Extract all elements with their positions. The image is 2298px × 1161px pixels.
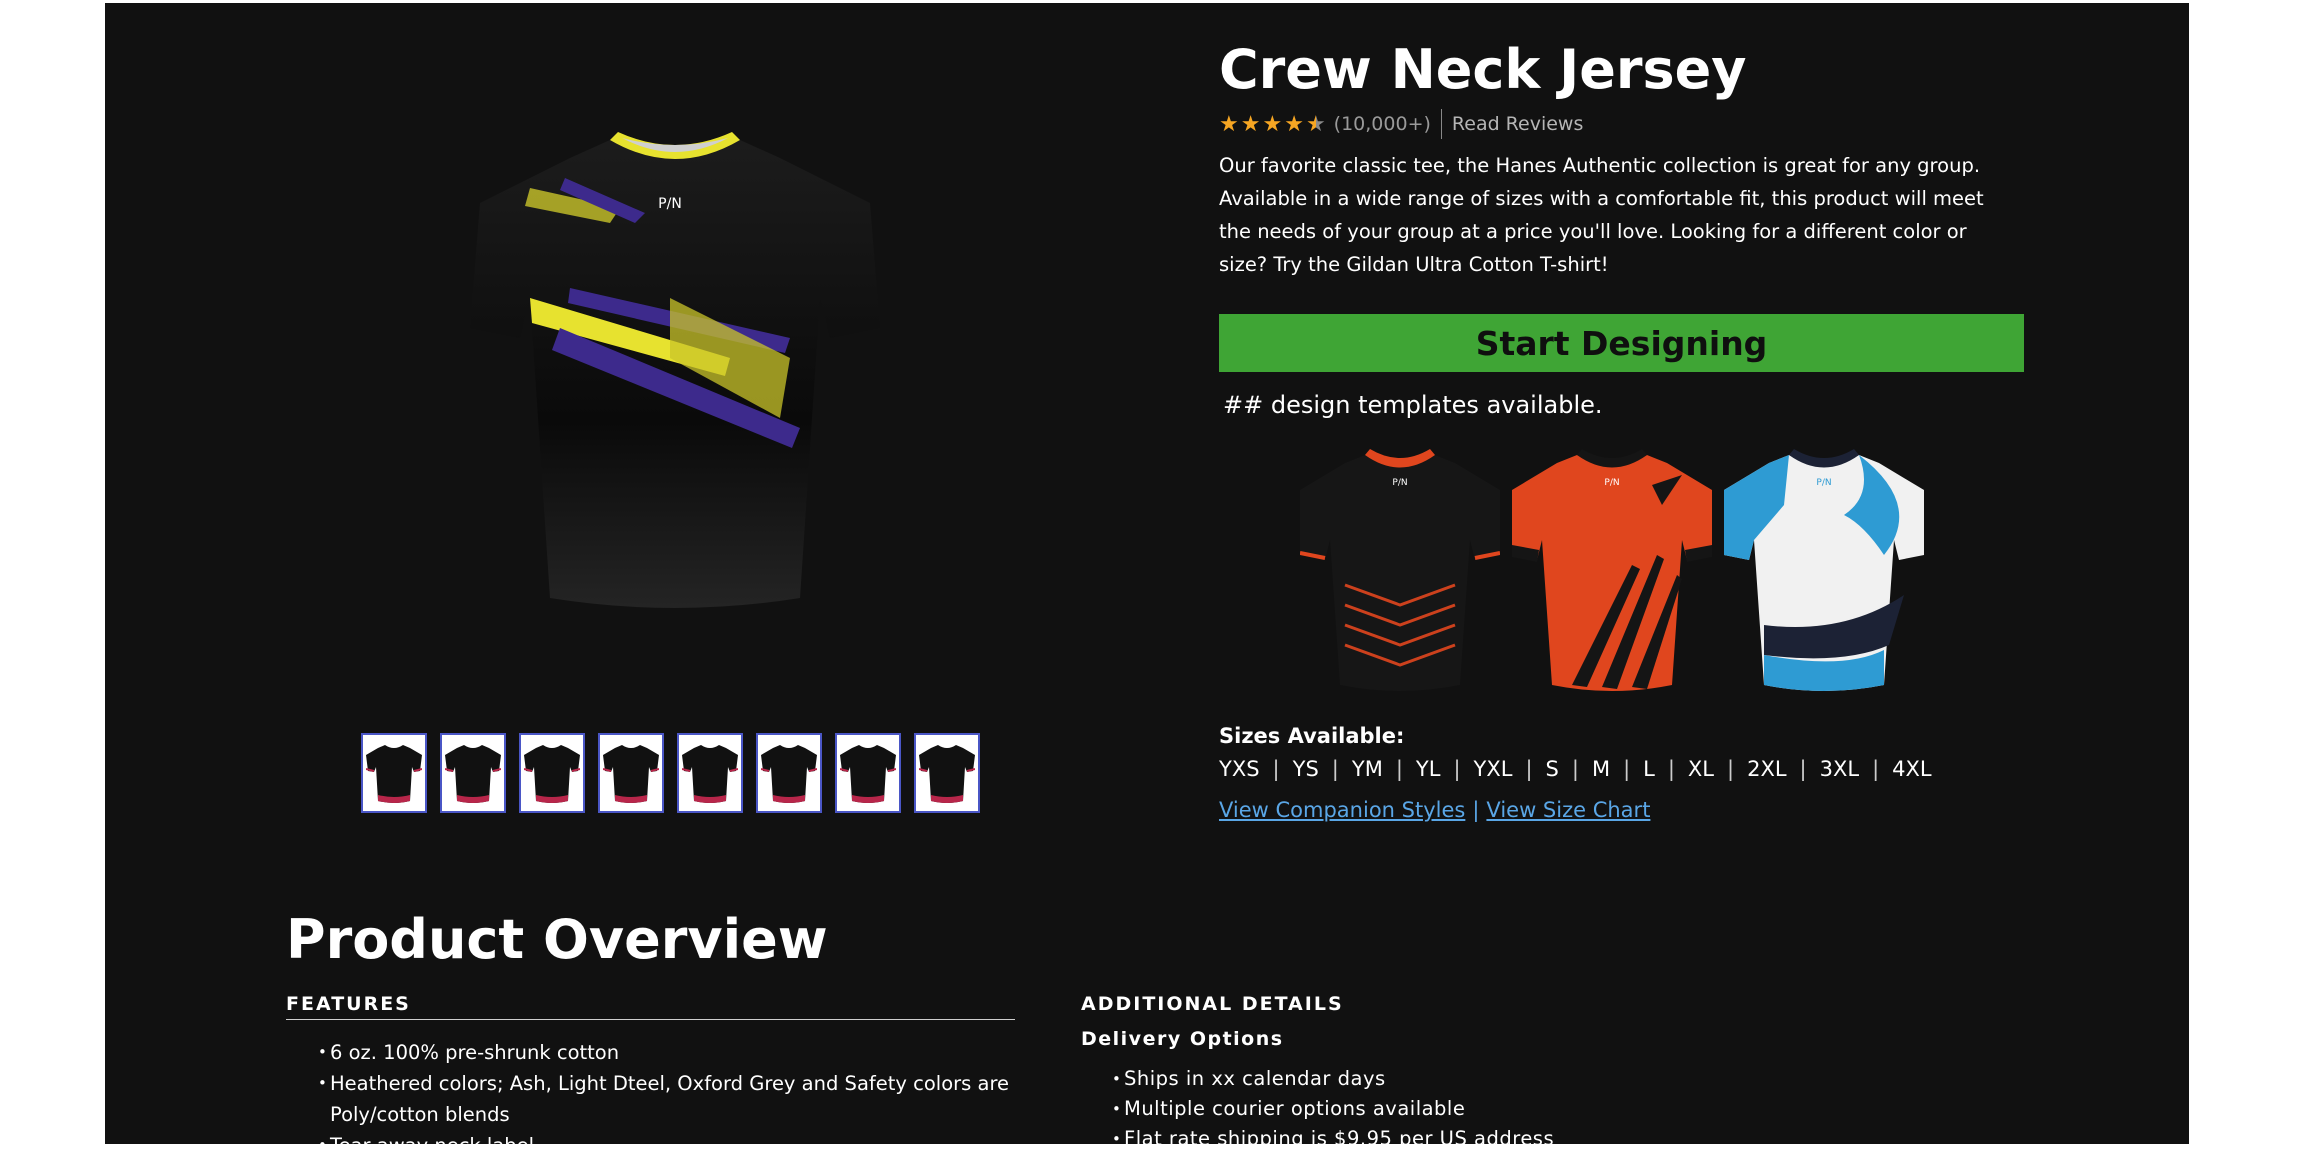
list-item: 6 oz. 100% pre-shrunk cotton — [318, 1037, 1018, 1068]
size-separator: | — [1525, 757, 1533, 781]
thumbnail-jersey[interactable] — [835, 733, 901, 813]
delivery-list: Ships in xx calendar daysMultiple courie… — [1112, 1064, 1554, 1154]
style-links: View Companion Styles | View Size Chart — [1219, 798, 1650, 822]
thumbnail-jersey[interactable] — [914, 733, 980, 813]
size-option: YM — [1351, 757, 1383, 781]
thumbnail-jersey[interactable] — [440, 733, 506, 813]
read-reviews-link[interactable]: Read Reviews — [1452, 113, 1583, 135]
thumbnail-jersey[interactable] — [756, 733, 822, 813]
product-description: Our favorite classic tee, the Hanes Auth… — [1219, 154, 1984, 276]
product-overview-title: Product Overview — [286, 908, 828, 971]
thumbnail-jersey[interactable] — [677, 733, 743, 813]
star-icon: ★ — [1262, 111, 1283, 136]
size-option: YS — [1292, 757, 1319, 781]
design-templates: P/N P/N P/N — [1299, 445, 1924, 695]
size-separator: | — [1799, 757, 1807, 781]
size-separator: | — [1272, 757, 1280, 781]
size-option: YXL — [1473, 757, 1513, 781]
orange-claw-jersey-icon[interactable]: P/N — [1512, 445, 1712, 695]
size-option: YXS — [1219, 757, 1260, 781]
size-separator: | — [1571, 757, 1579, 781]
size-option: M — [1591, 757, 1611, 781]
thumbnail-jersey[interactable] — [361, 733, 427, 813]
list-item: Tear away neck label — [318, 1130, 1018, 1161]
rating-row: ★ ★ ★ ★ ★ (10,000+) Read Reviews — [1219, 109, 1583, 139]
thumbnail-strip — [361, 733, 980, 813]
thumbnail-jersey[interactable] — [519, 733, 585, 813]
size-option: 2XL — [1747, 757, 1787, 781]
size-separator: | — [1872, 757, 1880, 781]
svg-text:P/N: P/N — [1392, 478, 1407, 488]
size-separator: | — [1395, 757, 1403, 781]
templates-note: ## design templates available. — [1223, 391, 1603, 419]
svg-text:P/N: P/N — [1604, 478, 1619, 488]
product-title: Crew Neck Jersey — [1219, 38, 1747, 101]
size-option: YL — [1415, 757, 1441, 781]
view-size-chart-link[interactable]: View Size Chart — [1486, 798, 1650, 822]
size-option: 3XL — [1819, 757, 1860, 781]
additional-details-heading: ADDITIONAL DETAILS — [1081, 993, 1344, 1015]
size-separator: | — [1727, 757, 1735, 781]
start-designing-button[interactable]: Start Designing — [1219, 314, 2024, 372]
size-separator: | — [1623, 757, 1631, 781]
star-rating: ★ ★ ★ ★ ★ — [1219, 113, 1326, 135]
svg-text:P/N: P/N — [1816, 478, 1831, 488]
star-icon: ★ — [1219, 111, 1239, 136]
thumbnail-jersey[interactable] — [598, 733, 664, 813]
svg-text:P/N: P/N — [658, 196, 682, 212]
size-option: XL — [1687, 757, 1715, 781]
link-separator: | — [1472, 798, 1480, 822]
star-icon: ★ — [1284, 111, 1304, 136]
list-item: Flat rate shipping is $9.95 per US addre… — [1112, 1124, 1554, 1154]
size-separator: | — [1667, 757, 1675, 781]
view-companion-styles-link[interactable]: View Companion Styles — [1219, 798, 1465, 822]
size-separator: | — [1331, 757, 1339, 781]
size-option: 4XL — [1892, 757, 1932, 781]
sizes-label: Sizes Available: — [1219, 724, 1405, 748]
features-heading: FEATURES — [286, 993, 1015, 1020]
features-list: 6 oz. 100% pre-shrunk cottonHeathered co… — [318, 1037, 1018, 1161]
size-option: S — [1545, 757, 1559, 781]
star-icon: ★ — [1240, 111, 1261, 136]
black-red-chevron-jersey-icon[interactable]: P/N — [1299, 445, 1501, 695]
size-separator: | — [1453, 757, 1461, 781]
list-item: Heathered colors; Ash, Light Dteel, Oxfo… — [318, 1068, 1018, 1130]
blue-white-wave-jersey-icon[interactable]: P/N — [1724, 445, 1924, 695]
list-item: Multiple courier options available — [1112, 1094, 1554, 1124]
list-item: Ships in xx calendar days — [1112, 1064, 1554, 1094]
review-count: (10,000+) — [1333, 113, 1431, 135]
delivery-options-heading: Delivery Options — [1081, 1028, 1284, 1050]
size-option: L — [1643, 757, 1655, 781]
sizes-list: YXS | YS | YM | YL | YXL | S | M | L | XL | 2XL | 3XL | 4XL — [1219, 757, 1932, 781]
main-product-image: P/N — [470, 128, 880, 623]
half-star-icon: ★ — [1305, 111, 1326, 136]
divider — [1440, 109, 1442, 139]
